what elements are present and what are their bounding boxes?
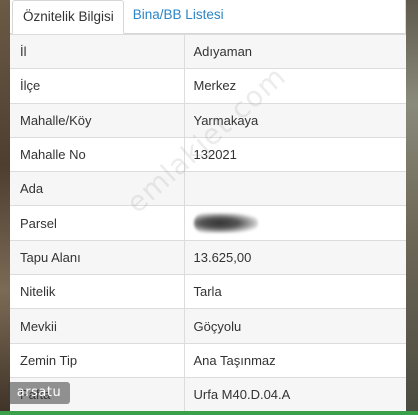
table-row: Mevkii Göçyolu (10, 308, 406, 344)
row-value: Yarmakaya (184, 102, 406, 138)
table-row: Mahalle/Köy Yarmakaya (10, 102, 406, 138)
row-value: 132021 (184, 136, 406, 172)
table-row: Nitelik Tarla (10, 274, 406, 309)
row-key: Mahalle No (10, 136, 185, 172)
attribute-panel: Öznitelik Bilgisi Bina/BB Listesi İl Adı… (10, 0, 406, 415)
redaction-blur (193, 213, 258, 234)
attribute-table: İl Adıyaman İlçe Merkez Mahalle/Köy Yarm… (10, 33, 406, 412)
tab-bar: Öznitelik Bilgisi Bina/BB Listesi (10, 0, 405, 34)
row-key: Ada (10, 171, 185, 206)
row-value (184, 171, 406, 206)
table-row: Mahalle No 132021 (10, 136, 406, 172)
background-right (406, 0, 418, 415)
bottom-accent-bar (0, 411, 418, 415)
table-row: Tapu Alanı 13.625,00 (10, 239, 406, 275)
row-value: Tarla (184, 274, 406, 309)
row-value: Merkez (184, 68, 406, 104)
row-key: Nitelik (10, 274, 185, 309)
logo-badge: arsatu (8, 382, 70, 404)
row-value-redacted (184, 205, 406, 241)
row-value: Ana Taşınmaz (184, 342, 406, 378)
row-key: İlçe (10, 68, 185, 104)
row-key: İl (10, 33, 185, 69)
tab-building-list[interactable]: Bina/BB Listesi (124, 0, 228, 33)
row-value: Adıyaman (184, 33, 406, 69)
row-value: Göçyolu (184, 308, 406, 344)
background-left (0, 0, 10, 415)
row-key: Mahalle/Köy (10, 102, 185, 138)
table-row: İlçe Merkez (10, 68, 406, 104)
row-value: 13.625,00 (184, 239, 406, 275)
row-key: Zemin Tip (10, 342, 185, 378)
tab-attribute-info[interactable]: Öznitelik Bilgisi (12, 0, 124, 34)
table-row: Ada (10, 171, 406, 206)
row-key: Mevkii (10, 308, 185, 344)
row-value: Urfa M40.D.04.A (184, 376, 406, 412)
table-row: İl Adıyaman (10, 33, 406, 69)
row-key: Parsel (10, 205, 185, 241)
table-row: Zemin Tip Ana Taşınmaz (10, 342, 406, 378)
row-key: Tapu Alanı (10, 239, 185, 275)
table-row: Parsel (10, 205, 406, 241)
